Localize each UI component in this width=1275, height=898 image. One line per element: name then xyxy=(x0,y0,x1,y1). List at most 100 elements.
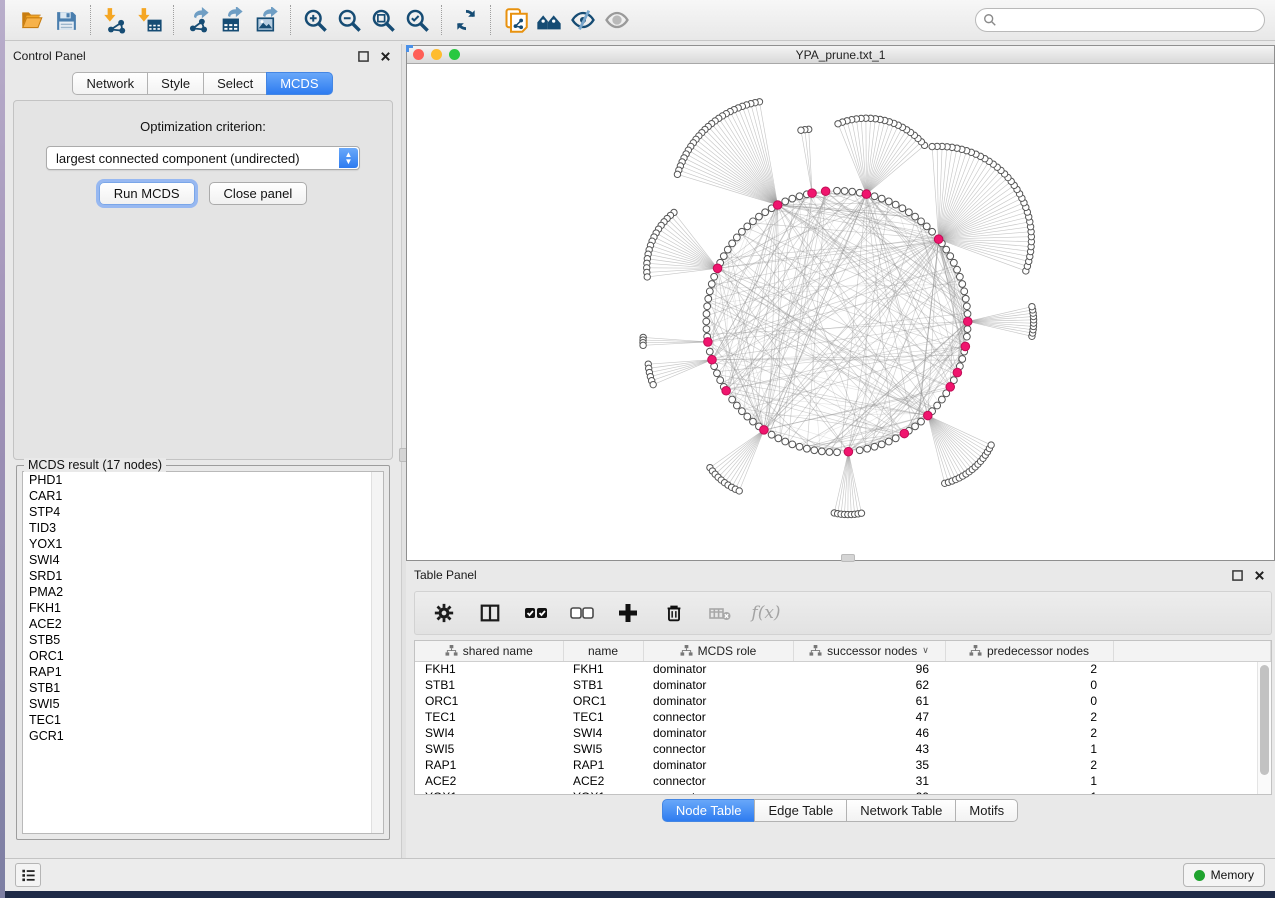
export-network-icon[interactable] xyxy=(181,3,215,37)
table-cell[interactable]: FKH1 xyxy=(415,661,563,677)
graph-node[interactable] xyxy=(841,188,848,195)
graph-node[interactable] xyxy=(929,143,935,149)
table-cell[interactable]: 2 xyxy=(945,661,1113,677)
graph-node[interactable] xyxy=(963,303,970,310)
hide-selected-icon[interactable] xyxy=(566,3,600,37)
mcds-result-item[interactable]: STB5 xyxy=(23,632,383,648)
mcds-hub-node[interactable] xyxy=(704,338,713,347)
graph-node[interactable] xyxy=(956,273,963,280)
graph-node[interactable] xyxy=(756,213,763,220)
graph-node[interactable] xyxy=(644,274,650,280)
mcds-hub-node[interactable] xyxy=(953,368,962,377)
graph-node[interactable] xyxy=(834,187,841,194)
add-column-icon[interactable] xyxy=(613,598,643,628)
table-cell[interactable]: dominator xyxy=(643,661,793,677)
tab-network-table[interactable]: Network Table xyxy=(846,799,956,822)
mcds-hub-node[interactable] xyxy=(924,411,933,420)
table-cell[interactable]: RAP1 xyxy=(563,757,643,773)
graph-node[interactable] xyxy=(964,326,971,333)
graph-node[interactable] xyxy=(706,288,713,295)
table-scrollbar[interactable] xyxy=(1257,662,1271,794)
graph-node[interactable] xyxy=(775,435,782,442)
graph-node[interactable] xyxy=(717,377,724,384)
close-panel-button[interactable]: Close panel xyxy=(209,182,308,205)
graph-node[interactable] xyxy=(912,213,919,220)
table-row[interactable]: ACE2ACE2connector311 xyxy=(415,773,1271,789)
graph-node[interactable] xyxy=(703,318,710,325)
table-cell[interactable]: TEC1 xyxy=(563,709,643,725)
mcds-result-item[interactable]: STP4 xyxy=(23,504,383,520)
graph-node[interactable] xyxy=(885,438,892,445)
table-cell[interactable]: 2 xyxy=(945,709,1113,725)
graph-node[interactable] xyxy=(640,342,646,348)
table-cell[interactable]: 61 xyxy=(793,693,945,709)
export-image-icon[interactable] xyxy=(249,3,283,37)
table-cell[interactable]: 2 xyxy=(945,757,1113,773)
deselect-all-icon[interactable] xyxy=(567,598,597,628)
graph-node[interactable] xyxy=(733,234,740,241)
mcds-result-item[interactable]: ORC1 xyxy=(23,648,383,664)
table-row[interactable]: TEC1TEC1connector472 xyxy=(415,709,1271,725)
graph-node[interactable] xyxy=(750,218,757,225)
gear-icon[interactable] xyxy=(429,598,459,628)
mcds-hub-node[interactable] xyxy=(961,342,970,351)
graph-node[interactable] xyxy=(912,423,919,430)
graph-node[interactable] xyxy=(885,198,892,205)
mcds-result-item[interactable]: TEC1 xyxy=(23,712,383,728)
tab-edge-table[interactable]: Edge Table xyxy=(754,799,847,822)
run-mcds-button[interactable]: Run MCDS xyxy=(99,182,195,205)
graph-node[interactable] xyxy=(950,259,957,266)
float-panel-icon[interactable] xyxy=(355,48,371,64)
table-cell[interactable]: ACE2 xyxy=(563,773,643,789)
table-cell[interactable]: 46 xyxy=(793,725,945,741)
table-cell[interactable]: 0 xyxy=(945,693,1113,709)
column-header-successor-nodes[interactable]: successor nodes∨ xyxy=(793,641,945,661)
graph-node[interactable] xyxy=(789,195,796,202)
table-cell[interactable]: 1 xyxy=(945,741,1113,757)
graph-node[interactable] xyxy=(871,193,878,200)
copy-network-icon[interactable] xyxy=(498,3,532,37)
mcds-hub-node[interactable] xyxy=(713,264,722,273)
network-graph[interactable] xyxy=(407,64,1274,560)
table-cell[interactable]: 43 xyxy=(793,741,945,757)
graph-node[interactable] xyxy=(750,418,757,425)
import-network-icon[interactable] xyxy=(98,3,132,37)
mcds-hub-node[interactable] xyxy=(844,447,853,456)
graph-node[interactable] xyxy=(706,348,713,355)
select-all-icon[interactable] xyxy=(521,598,551,628)
mcds-hub-node[interactable] xyxy=(946,383,955,392)
mcds-result-list[interactable]: PHD1CAR1STP4TID3YOX1SWI4SRD1PMA2FKH1ACE2… xyxy=(22,471,384,834)
table-cell[interactable]: SWI4 xyxy=(563,725,643,741)
table-cell[interactable]: dominator xyxy=(643,677,793,693)
mcds-result-item[interactable]: FKH1 xyxy=(23,600,383,616)
node-table[interactable]: shared namenameMCDS rolesuccessor nodes∨… xyxy=(415,641,1271,795)
graph-node[interactable] xyxy=(704,303,711,310)
first-neighbors-icon[interactable] xyxy=(532,3,566,37)
zoom-selected-icon[interactable] xyxy=(400,3,434,37)
mcds-result-item[interactable]: SWI5 xyxy=(23,696,383,712)
horizontal-splitter-handle[interactable] xyxy=(841,554,855,562)
table-cell[interactable]: connector xyxy=(643,709,793,725)
network-canvas[interactable] xyxy=(407,64,1274,560)
graph-node[interactable] xyxy=(803,445,810,452)
mcds-hub-node[interactable] xyxy=(808,189,817,198)
table-cell[interactable]: dominator xyxy=(643,757,793,773)
mcds-result-item[interactable]: GCR1 xyxy=(23,728,383,744)
table-cell[interactable]: dominator xyxy=(643,725,793,741)
graph-node[interactable] xyxy=(705,295,712,302)
close-panel-icon[interactable] xyxy=(377,48,393,64)
task-history-icon[interactable] xyxy=(15,863,41,887)
zoom-fit-icon[interactable] xyxy=(366,3,400,37)
zoom-in-icon[interactable] xyxy=(298,3,332,37)
table-cell[interactable]: 1 xyxy=(945,773,1113,789)
graph-node[interactable] xyxy=(703,310,710,317)
graph-node[interactable] xyxy=(1029,303,1035,309)
memory-button[interactable]: Memory xyxy=(1183,863,1265,887)
graph-node[interactable] xyxy=(714,370,721,377)
table-scrollbar-thumb[interactable] xyxy=(1260,665,1269,775)
mcds-hub-node[interactable] xyxy=(900,429,909,438)
graph-node[interactable] xyxy=(744,413,751,420)
graph-node[interactable] xyxy=(811,447,818,454)
graph-node[interactable] xyxy=(938,396,945,403)
tab-network[interactable]: Network xyxy=(72,72,148,95)
